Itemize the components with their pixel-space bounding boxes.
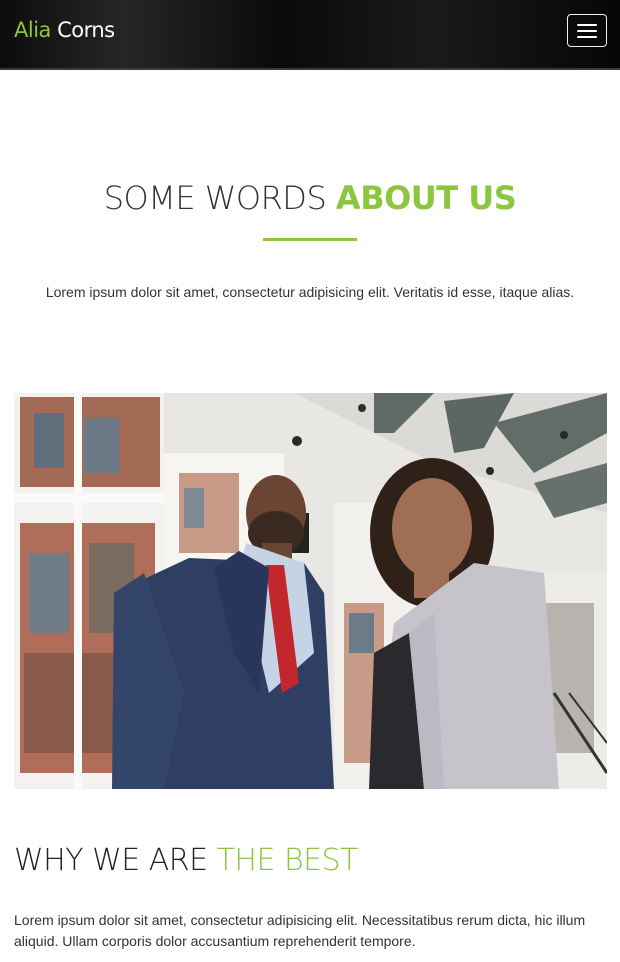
section-divider — [263, 238, 357, 241]
hamburger-icon — [577, 23, 597, 26]
about-title-accent: ABOUT US — [335, 179, 517, 217]
brand-logo[interactable]: Alia Corns — [14, 18, 115, 42]
about-section: SOME WORDS ABOUT US Lorem ipsum dolor si… — [0, 70, 620, 300]
menu-toggle-button[interactable] — [567, 14, 607, 47]
why-best-section: WHY WE ARE THE BEST Lorem ipsum dolor si… — [14, 840, 606, 952]
about-title: SOME WORDS ABOUT US — [0, 70, 620, 218]
why-best-title-plain: WHY WE ARE — [14, 843, 217, 878]
brand-second: Corns — [57, 18, 115, 42]
team-photo — [14, 393, 607, 789]
about-text: Lorem ipsum dolor sit amet, consectetur … — [45, 284, 575, 300]
why-best-title: WHY WE ARE THE BEST — [14, 840, 606, 882]
navbar: Alia Corns — [0, 0, 620, 70]
team-photo-illustration — [14, 393, 607, 789]
why-best-text: Lorem ipsum dolor sit amet, consectetur … — [14, 912, 586, 949]
why-best-title-accent: THE BEST — [216, 843, 359, 878]
about-title-plain: SOME WORDS — [103, 179, 336, 217]
brand-first: Alia — [14, 18, 51, 42]
